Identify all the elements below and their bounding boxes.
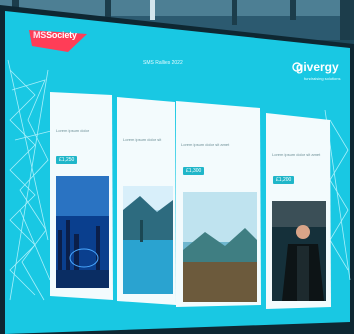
card-price: £1,200 [273, 176, 295, 184]
led-display [0, 5, 354, 334]
card-title: Lorem ipsum dolor sit amet [181, 142, 230, 147]
card-title: Lorem ipsum dolor sit [123, 137, 162, 142]
ms-society-logo-text: MSSociety [33, 30, 77, 40]
logo-society: Society [46, 30, 77, 40]
card-title: Lorem ipsum dolor [56, 128, 90, 133]
auction-card[interactable] [117, 97, 176, 305]
givergy-logo-text: givergy [296, 60, 339, 74]
card-title: Lorem ipsum dolor sit amet [272, 152, 321, 157]
logo-ms: MS [33, 30, 47, 40]
card-price: £1,250 [56, 156, 78, 164]
auction-card[interactable] [176, 101, 261, 307]
card-price: £1,300 [183, 167, 205, 175]
givergy-tagline: fundraising solutions [304, 76, 341, 81]
auction-card[interactable] [266, 113, 331, 309]
slide-title: SMS Rallies 2022 [143, 60, 183, 66]
photo: MSSociety SMS Rallies 2022 givergy fundr… [0, 0, 354, 334]
auction-card[interactable] [50, 92, 113, 300]
